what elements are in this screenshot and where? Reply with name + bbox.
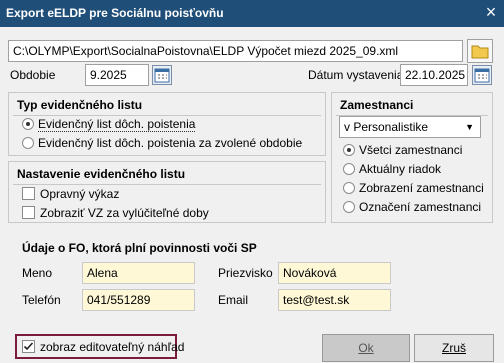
zam-option-2[interactable]: Aktuálny riadok — [359, 162, 441, 176]
chevron-down-icon: ▼ — [465, 122, 474, 132]
file-path-input[interactable]: C:\OLYMP\Export\SocialnaPoistovna\ELDP V… — [8, 40, 463, 62]
typ-option-2[interactable]: Evidenčný list dôch. poistenia za zvolen… — [38, 136, 302, 150]
datum-input[interactable]: 22.10.2025 — [400, 64, 468, 86]
zam-option-4[interactable]: Označení zamestnanci — [359, 200, 481, 214]
calendar-icon — [474, 68, 490, 83]
cancel-label: Zruš — [442, 341, 466, 355]
close-button[interactable]: × — [482, 3, 500, 22]
typ-radio-1[interactable] — [22, 118, 34, 130]
opravny-label[interactable]: Opravný výkaz — [40, 187, 119, 201]
email-field[interactable]: test@test.sk — [278, 289, 391, 311]
editable-preview-checkbox[interactable] — [22, 340, 35, 353]
window-title: Export eELDP pre Sociálnu poisťovňu — [0, 0, 504, 27]
email-label: Email — [218, 293, 249, 307]
zamestnanci-dropdown-value: v Personalistike — [344, 120, 429, 134]
datum-label: Dátum vystavenia — [308, 68, 404, 82]
zam-radio-4[interactable] — [343, 201, 355, 213]
priezvisko-field[interactable]: Nováková — [278, 262, 391, 284]
typ-title: Typ evidenčného listu — [17, 98, 143, 112]
zam-radio-1[interactable] — [343, 144, 355, 156]
udaje-title: Údaje o FO, ktorá plní povinnosti voči S… — [22, 241, 257, 255]
calendar-button-datum[interactable] — [472, 65, 492, 85]
meno-field[interactable]: Alena — [82, 262, 195, 284]
zam-radio-3[interactable] — [343, 182, 355, 194]
telefon-field[interactable]: 041/551289 — [82, 289, 195, 311]
priezvisko-label: Priezvisko — [218, 266, 273, 280]
cancel-button[interactable]: Zruš — [414, 334, 494, 362]
zam-radio-2[interactable] — [343, 163, 355, 175]
browse-folder-button[interactable] — [467, 39, 493, 63]
meno-label: Meno — [22, 266, 53, 280]
telefon-label: Telefón — [22, 293, 61, 307]
editable-preview-label[interactable]: zobraz editovateľný náhľad — [40, 340, 184, 354]
typ-option-1[interactable]: Evidenčný list dôch. poistenia — [38, 117, 196, 132]
obdobie-label: Obdobie — [10, 68, 56, 82]
nastavenie-title: Nastavenie evidenčného listu — [17, 167, 186, 181]
calendar-icon — [154, 68, 170, 83]
checkmark-icon — [23, 342, 34, 351]
zamestnanci-dropdown[interactable]: v Personalistike ▼ — [339, 116, 481, 138]
obdobie-input[interactable]: 9.2025 — [85, 64, 149, 86]
zam-option-3[interactable]: Zobrazení zamestnanci — [359, 181, 484, 195]
ok-button[interactable]: Ok — [322, 334, 410, 362]
ok-label: Ok — [358, 341, 374, 355]
zam-option-1[interactable]: Všetci zamestnanci — [359, 143, 462, 157]
zamestnanci-title: Zamestnanci — [340, 98, 414, 112]
zobrazit-vz-checkbox[interactable] — [22, 206, 35, 219]
zobrazit-vz-label[interactable]: Zobraziť VZ za vylúčiteľné doby — [40, 206, 209, 220]
typ-radio-2[interactable] — [22, 137, 34, 149]
opravny-checkbox[interactable] — [22, 187, 35, 200]
folder-icon — [471, 45, 489, 59]
calendar-button-obdobie[interactable] — [152, 65, 172, 85]
